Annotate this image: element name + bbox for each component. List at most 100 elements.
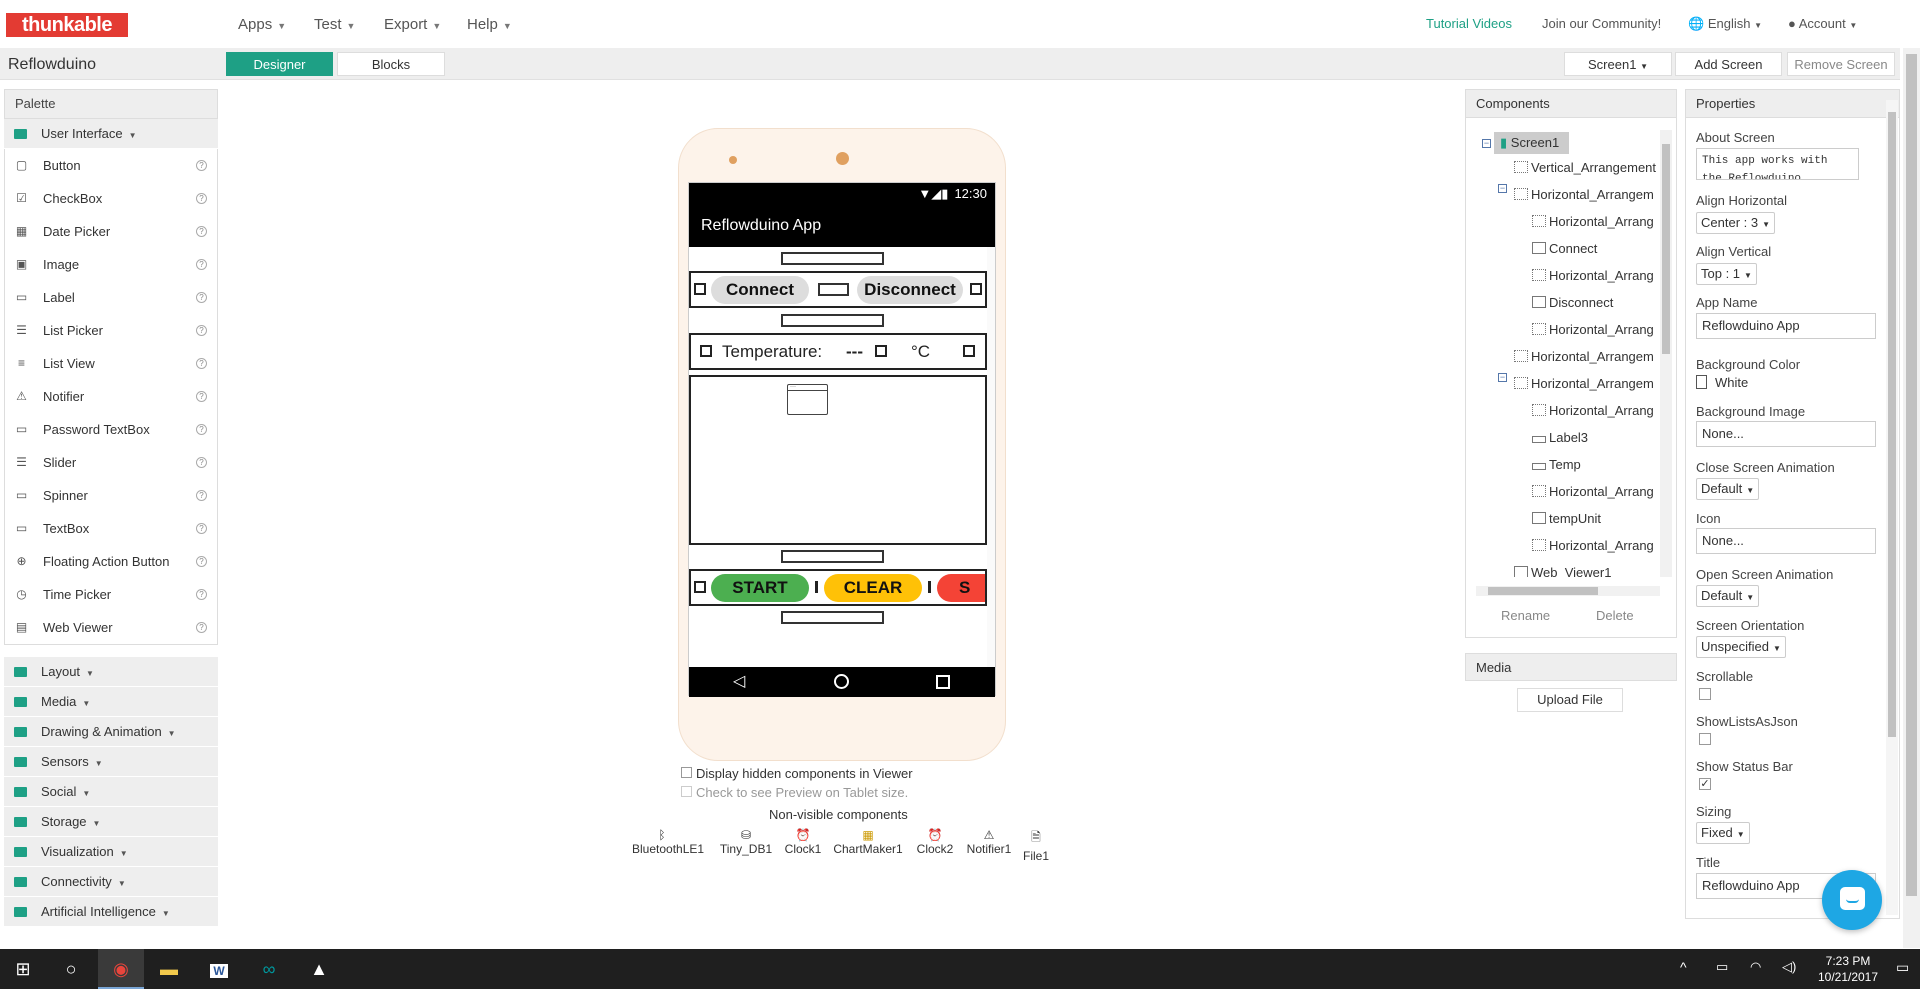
about-screen-textarea[interactable]: This app works with the Reflowduino <box>1696 148 1859 180</box>
chat-button[interactable] <box>1822 870 1882 930</box>
close-animation-select[interactable]: Default ▼ <box>1696 478 1760 500</box>
horizontal-arrangement-temperature[interactable]: Temperature: --- °C <box>689 333 987 370</box>
horizontal-arrangement-buttons[interactable]: Connect Disconnect <box>689 271 987 308</box>
tree-hscroll-thumb[interactable] <box>1488 587 1598 595</box>
palette-item-label[interactable]: ▭ Label? <box>5 281 217 314</box>
collapse-icon[interactable]: − <box>1498 373 1507 382</box>
palette-item-floating-action-button[interactable]: ⊕ Floating Action Button? <box>5 545 217 578</box>
tree-item[interactable]: Horizontal_Arrang <box>1532 484 1660 499</box>
scrollable-checkbox[interactable] <box>1699 688 1711 700</box>
remove-screen-button[interactable]: Remove Screen <box>1787 52 1895 76</box>
tree-scrollbar-thumb[interactable] <box>1662 144 1670 354</box>
category-visualization[interactable]: Visualization ▼ <box>4 837 218 867</box>
category-storage[interactable]: Storage ▼ <box>4 807 218 837</box>
chrome-taskbar-icon[interactable]: ◉ <box>98 949 144 989</box>
help-icon[interactable]: ? <box>196 622 207 633</box>
menu-test[interactable]: Test ▼ <box>314 16 355 33</box>
thunkable-logo[interactable]: thunkable <box>6 13 128 37</box>
windows-start-icon[interactable]: ⊞ <box>0 949 46 989</box>
start-button[interactable]: START <box>711 574 809 602</box>
tree-horizontal-scrollbar[interactable] <box>1476 586 1660 596</box>
background-image-input[interactable]: None... <box>1696 421 1876 447</box>
tree-vertical-scrollbar[interactable] <box>1660 130 1672 577</box>
tree-item[interactable]: Horizontal_Arrangem <box>1514 187 1660 202</box>
palette-item-web-viewer[interactable]: ▤ Web Viewer? <box>5 611 217 644</box>
help-icon[interactable]: ? <box>196 556 207 567</box>
align-horizontal-select[interactable]: Center : 3 ▼ <box>1696 212 1776 234</box>
wifi-icon[interactable]: ◠ <box>1750 959 1761 975</box>
spacer-arrangement[interactable] <box>875 345 887 357</box>
tree-item[interactable]: Horizontal_Arrang <box>1532 538 1660 553</box>
stop-button[interactable]: S <box>937 574 985 602</box>
screen-selector[interactable]: Screen1 ▼ <box>1564 52 1672 76</box>
tree-item-connect[interactable]: Connect <box>1532 241 1660 256</box>
app-name-input[interactable]: Reflowduino App <box>1696 313 1876 339</box>
palette-item-checkbox[interactable]: ☑ CheckBox? <box>5 182 217 215</box>
tree-item[interactable]: Horizontal_Arrang <box>1532 268 1660 283</box>
spacer-arrangement[interactable] <box>694 283 706 295</box>
help-icon[interactable]: ? <box>196 589 207 600</box>
horizontal-arrangement-spacer[interactable] <box>781 314 884 327</box>
tree-item[interactable]: Horizontal_Arrang <box>1532 403 1660 418</box>
category-user-interface[interactable]: User Interface ▼ <box>4 119 218 149</box>
menu-help[interactable]: Help ▼ <box>467 16 512 33</box>
tree-item[interactable]: Horizontal_Arrang <box>1532 214 1660 229</box>
battery-icon[interactable]: ▭ <box>1716 959 1728 975</box>
palette-item-notifier[interactable]: ⚠ Notifier? <box>5 380 217 413</box>
menu-export[interactable]: Export ▼ <box>384 16 441 33</box>
horizontal-arrangement-spacer[interactable] <box>781 611 884 624</box>
help-icon[interactable]: ? <box>196 160 207 171</box>
help-icon[interactable]: ? <box>196 358 207 369</box>
category-sensors[interactable]: Sensors ▼ <box>4 747 218 777</box>
disconnect-button[interactable]: Disconnect <box>857 276 963 304</box>
palette-item-password-textbox[interactable]: ▭ Password TextBox? <box>5 413 217 446</box>
tree-item[interactable]: Horizontal_Arrangem <box>1514 349 1660 364</box>
delete-button[interactable]: Delete <box>1596 608 1634 623</box>
upload-file-button[interactable]: Upload File <box>1517 688 1623 712</box>
volume-icon[interactable]: ◁) <box>1782 959 1796 975</box>
spacer-arrangement[interactable] <box>700 345 712 357</box>
photos-icon[interactable]: ▲ <box>296 949 342 989</box>
nonvisible-tinydb1[interactable]: ⛁ Tiny_DB1 <box>716 828 776 856</box>
category-media[interactable]: Media ▼ <box>4 687 218 717</box>
screen-orientation-select[interactable]: Unspecified ▼ <box>1696 636 1786 658</box>
sizing-select[interactable]: Fixed ▼ <box>1696 822 1750 844</box>
palette-item-spinner[interactable]: ▭ Spinner? <box>5 479 217 512</box>
spacer-arrangement[interactable] <box>815 581 818 593</box>
search-icon[interactable]: ○ <box>48 949 94 989</box>
showlistsasjson-checkbox[interactable] <box>1699 733 1711 745</box>
spacer-arrangement[interactable] <box>694 581 706 593</box>
nonvisible-chartmaker1[interactable]: ▦ ChartMaker1 <box>828 828 908 856</box>
help-icon[interactable]: ? <box>196 490 207 501</box>
tree-item-temp[interactable]: Temp <box>1532 457 1660 472</box>
tutorial-videos-link[interactable]: Tutorial Videos <box>1426 16 1512 31</box>
palette-item-button[interactable]: ▢ Button? <box>5 149 217 182</box>
arduino-icon[interactable]: ∞ <box>246 949 292 989</box>
viewer-scrollbar[interactable] <box>987 247 995 667</box>
tree-item[interactable]: Horizontal_Arrangem <box>1514 376 1660 391</box>
horizontal-arrangement-spacer[interactable] <box>781 550 884 563</box>
show-hidden-icons-icon[interactable]: ^ <box>1680 959 1687 975</box>
rename-button[interactable]: Rename <box>1501 608 1550 623</box>
menu-apps[interactable]: Apps ▼ <box>238 16 286 33</box>
clear-button[interactable]: CLEAR <box>824 574 922 602</box>
add-screen-button[interactable]: Add Screen <box>1675 52 1782 76</box>
tree-item[interactable]: Vertical_Arrangement <box>1514 160 1660 175</box>
nonvisible-bluetoothle1[interactable]: ᛒ BluetoothLE1 <box>632 828 704 856</box>
display-hidden-checkbox[interactable] <box>681 767 692 778</box>
tree-item-tempunit[interactable]: tempUnit <box>1532 511 1660 526</box>
nonvisible-notifier1[interactable]: ⚠ Notifier1 <box>959 828 1019 856</box>
background-color-picker[interactable]: White <box>1696 375 1748 390</box>
nonvisible-file1[interactable]: 🗎 File1 <box>1016 828 1056 863</box>
connect-button[interactable]: Connect <box>711 276 809 304</box>
category-social[interactable]: Social ▼ <box>4 777 218 807</box>
spacer-arrangement[interactable] <box>963 345 975 357</box>
icon-input[interactable]: None... <box>1696 528 1876 554</box>
open-animation-select[interactable]: Default ▼ <box>1696 585 1760 607</box>
palette-item-time-picker[interactable]: ◷ Time Picker? <box>5 578 217 611</box>
word-icon[interactable]: W <box>196 949 242 989</box>
help-icon[interactable]: ? <box>196 226 207 237</box>
palette-item-image[interactable]: ▣ Image? <box>5 248 217 281</box>
properties-scrollbar-thumb[interactable] <box>1888 112 1896 737</box>
nonvisible-clock2[interactable]: ⏰ Clock2 <box>910 828 960 856</box>
